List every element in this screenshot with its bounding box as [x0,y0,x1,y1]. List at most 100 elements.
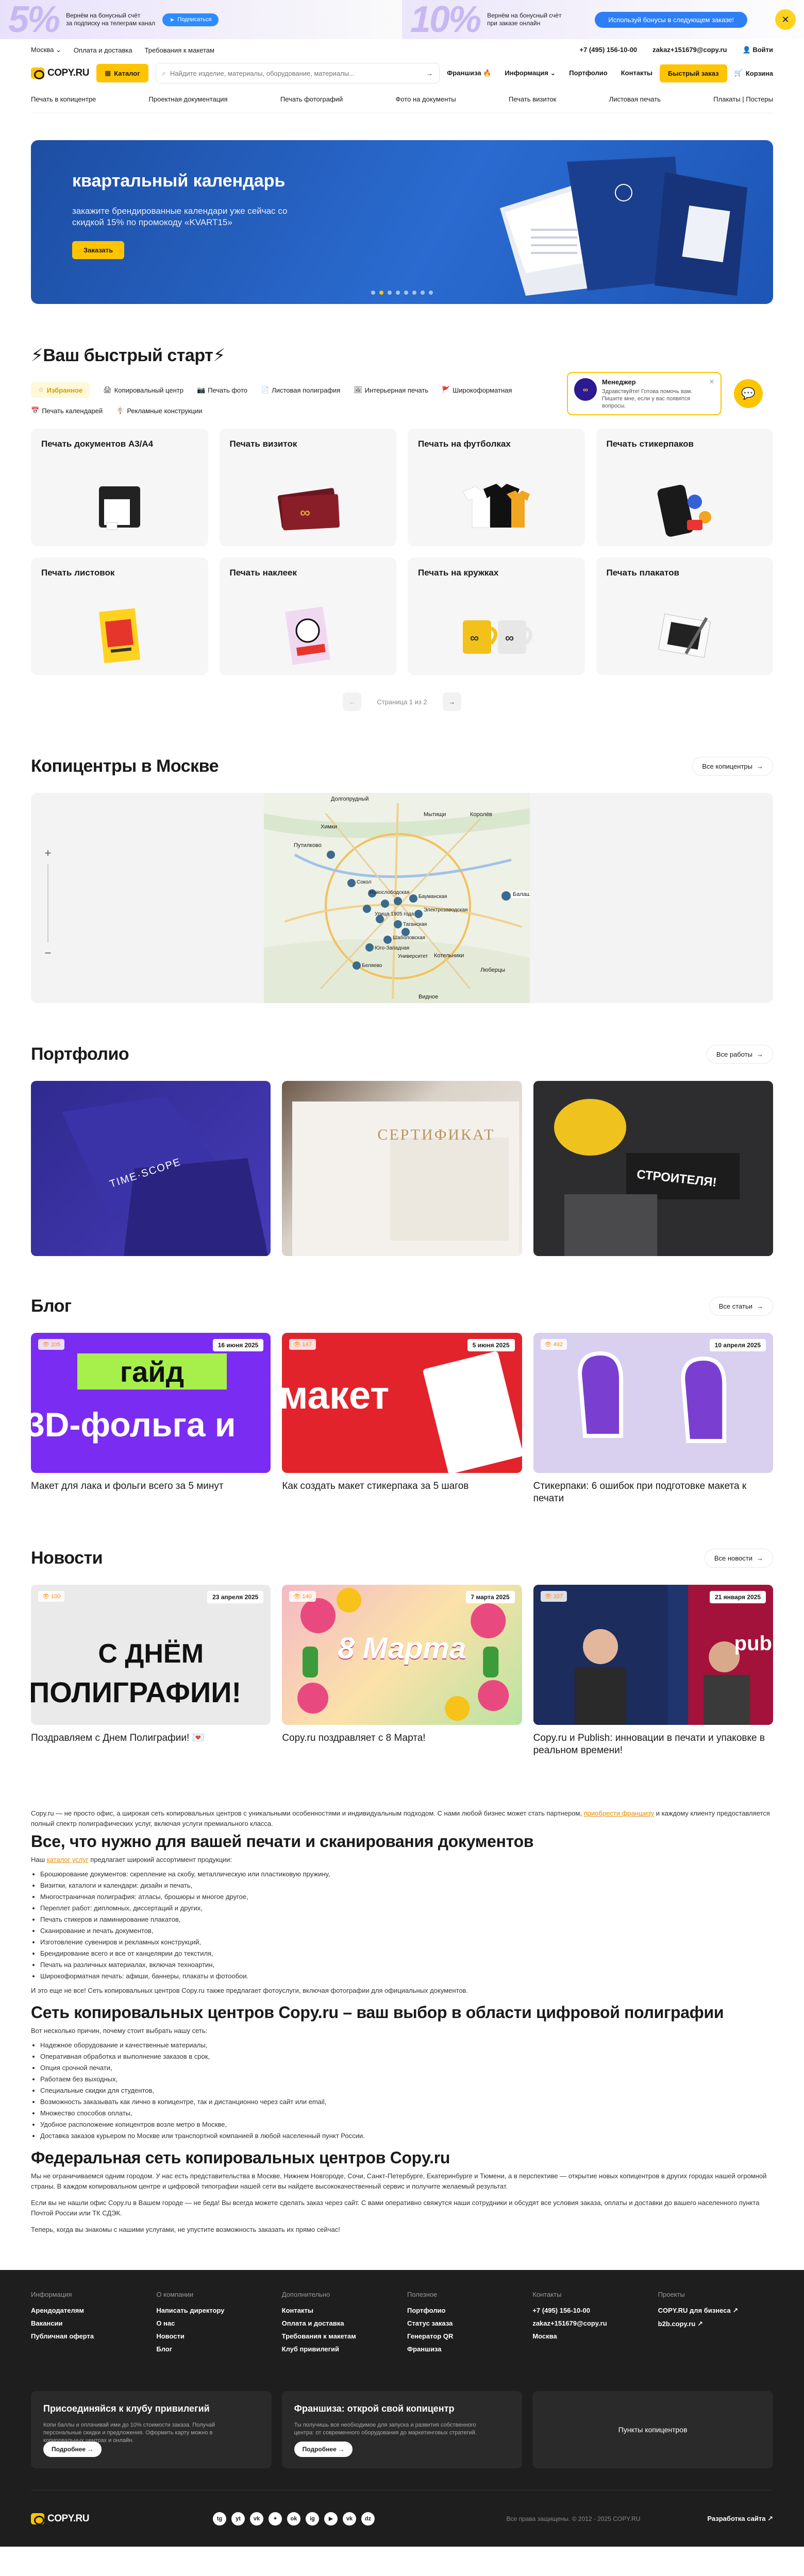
blog-title[interactable]: Как создать макет стикерпака за 5 шагов [282,1480,522,1493]
star-icon[interactable]: ✦ [268,2512,282,2526]
footer-link[interactable]: Вакансии [31,2319,146,2327]
catnav-item[interactable]: Печать в копицентре [31,95,96,103]
footer-link[interactable]: b2b.copy.ru ↗ [658,2320,773,2328]
hero-dot[interactable] [396,291,400,295]
hero-dot[interactable] [429,291,433,295]
catnav-item[interactable]: Плакаты | Постеры [713,95,773,103]
product-card[interactable]: Печать документов А3/А4 [31,429,208,546]
catnav-item[interactable]: Проектная документация [149,95,228,103]
portfolio-item[interactable]: СЕРТИФИКАТ [282,1081,522,1256]
hero-pagination[interactable] [371,291,433,295]
dzen-icon[interactable]: dz [361,2512,375,2526]
news-title[interactable]: Поздравляем с Днем Полиграфии! 💌 [31,1732,271,1744]
footer-link[interactable]: Написать директору [156,2307,271,2314]
chat-widget[interactable]: ∞ Менеджер Здравствуйте! Готова помочь в… [567,372,773,415]
news-title[interactable]: Copy.ru и Publish: инновации в печати и … [533,1732,773,1757]
hero-order-button[interactable]: Заказать [72,241,125,259]
subscribe-button[interactable]: ➤ Подписаться [162,13,219,26]
phone-link[interactable]: +7 (495) 156-10-00 [580,46,638,54]
news-title[interactable]: Copy.ru поздравляет с 8 Марта! [282,1732,522,1744]
nav-franchise[interactable]: Франшиза 🔥 [447,69,491,77]
tab-copy-center[interactable]: 🖨 Копировальный центр [103,382,183,398]
city-selector[interactable]: Москва ⌄ [31,46,61,54]
nav-portfolio[interactable]: Портфолио [569,69,607,77]
news-thumb[interactable]: С ДНЁМ ПОЛИГРАФИИ! 👁 100 23 апреля 2025 [31,1585,271,1725]
nav-contacts[interactable]: Контакты [621,69,652,77]
developer-link[interactable]: Разработка сайта ↗ [707,2515,773,2523]
footer-email[interactable]: zakaz+151679@copy.ru [532,2319,647,2327]
cart-button[interactable]: 🛒 Корзина [734,69,773,77]
next-page-button[interactable]: → [442,692,461,711]
blog-card[interactable]: 👁 492 10 апреля 2025 Стикерпаки: 6 ошибо… [533,1333,773,1505]
ok-icon[interactable]: ok [287,2512,300,2526]
close-icon[interactable]: ✕ [709,378,714,409]
news-card[interactable]: С ДНЁМ ПОЛИГРАФИИ! 👁 100 23 апреля 2025 … [31,1585,271,1757]
tab-leaflets[interactable]: 📄 Листовая полиграфия [261,382,340,398]
vk-icon[interactable]: vk [249,2512,263,2526]
franchise-promo[interactable]: Франшиза: открой свой копицентр Ты получ… [281,2391,523,2468]
catnav-item[interactable]: Фото на документы [396,95,456,103]
footer-link[interactable]: COPY.RU для бизнеса ↗ [658,2307,773,2315]
blog-title[interactable]: Стикерпаки: 6 ошибок при подготовке маке… [533,1480,773,1505]
franchise-more-button[interactable]: Подробнее → [294,2442,353,2457]
catalog-link[interactable]: каталог услуг [47,1856,89,1863]
promo-online[interactable]: 10% Вернём на бонусный счёт при заказе о… [402,0,804,39]
link-requirements[interactable]: Требования к макетам [145,46,214,54]
tab-favorites[interactable]: ☆ Избранное [31,382,90,398]
footer-link[interactable]: Оплата и доставка [282,2319,397,2327]
footer-link[interactable]: Блог [156,2345,271,2353]
catnav-item[interactable]: Печать визиток [509,95,556,103]
footer-link[interactable]: Контакты [282,2307,397,2314]
catalog-button[interactable]: ▦ Каталог [96,64,148,82]
portfolio-item[interactable]: СТРОИТЕЛЯ! [533,1081,773,1256]
blog-thumb[interactable]: гайд 3D-фольга и 👁 205 16 июня 2025 [31,1333,271,1473]
tab-photo[interactable]: 📷 Печать фото [197,382,247,398]
product-card[interactable]: Печать на кружках ∞ ∞ [408,557,585,675]
all-news-button[interactable]: Все новости → [704,1549,773,1568]
rutube-icon[interactable]: ▶ [324,2512,338,2526]
login-link[interactable]: 👤 Войти [743,46,774,54]
tab-constructions[interactable]: 🪧 Рекламные конструкции [116,403,202,418]
fast-order-button[interactable]: Быстрый заказ [660,64,727,82]
use-bonus-button[interactable]: Используй бонусы в следующем заказе! [595,11,747,28]
footer-city[interactable]: Москва [532,2332,647,2340]
all-centers-button[interactable]: Все копицентры → [692,757,773,776]
nav-info[interactable]: Информация ⌄ [505,69,556,77]
footer-link[interactable]: Статус заказа [407,2319,522,2327]
hero-dot[interactable] [421,291,425,295]
product-card[interactable]: Печать плакатов [596,557,773,675]
all-works-button[interactable]: Все работы → [706,1045,773,1064]
product-card[interactable]: Печать визиток ∞ [219,429,396,546]
news-thumb[interactable]: publish 👁 337 21 января 2025 [533,1585,773,1725]
hero-dot[interactable] [412,291,416,295]
news-card[interactable]: publish 👁 337 21 января 2025 Copy.ru и P… [533,1585,773,1757]
hero-banner[interactable]: квартальный календарь закажите брендиров… [31,140,773,304]
promo-telegram[interactable]: 5% Вернём на бонусный счёт за подписку н… [0,0,402,39]
product-card[interactable]: Печать наклеек [219,557,396,675]
product-card[interactable]: Печать на футболках [408,429,585,546]
map-zoom[interactable]: + − [41,846,55,960]
telegram-icon[interactable]: tg [212,2512,226,2526]
hero-dot[interactable] [371,291,375,295]
tab-wide-format[interactable]: 🚩 Широкоформатная [442,382,512,398]
footer-phone[interactable]: +7 (495) 156-10-00 [532,2307,647,2314]
blog-title[interactable]: Макет для лака и фольги всего за 5 минут [31,1480,271,1493]
hero-dot[interactable] [404,291,408,295]
vk-video-icon[interactable]: vk [342,2512,356,2526]
map-viewport[interactable]: Долгопрудный Мытищи Королёв Химки Путилк… [264,793,530,1003]
blog-thumb[interactable]: 👁 492 10 апреля 2025 [533,1333,773,1473]
catnav-item[interactable]: Листовая печать [609,95,661,103]
instagram-icon[interactable]: ig [305,2512,319,2526]
footer-link[interactable]: Новости [156,2332,271,2340]
search-input[interactable] [170,69,423,77]
zoom-in-icon[interactable]: + [45,846,52,860]
product-card[interactable]: Печать стикерпаков [596,429,773,546]
franchise-link[interactable]: приобрести франшизу [584,1809,654,1817]
chat-open-button[interactable]: 💬 [734,379,763,408]
logo[interactable]: COPY.RU [31,67,89,79]
portfolio-item[interactable]: TIME·SCOPE [31,1081,271,1256]
youtube-icon[interactable]: yt [231,2512,245,2526]
catnav-item[interactable]: Печать фотографий [280,95,343,103]
blog-card[interactable]: макет 👁 147 5 июня 2025 Как создать маке… [282,1333,522,1505]
hero-dot[interactable] [388,291,392,295]
